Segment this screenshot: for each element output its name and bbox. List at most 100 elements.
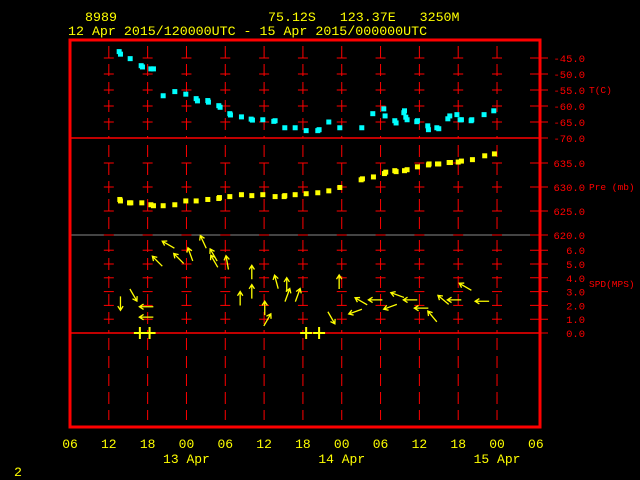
temperature-point (217, 104, 223, 110)
wind-arrow (413, 304, 429, 312)
pressure-point (436, 161, 442, 167)
pressure-point (128, 200, 134, 206)
temperature-point (326, 119, 332, 125)
wind-arrow (347, 308, 363, 316)
y-tick-label: -55.0 (553, 86, 585, 98)
wind-arrow (458, 282, 472, 291)
pressure-point (139, 200, 145, 206)
y-tick-label: 1.0 (566, 315, 585, 327)
pressure-point (227, 194, 233, 200)
temperature-point (303, 128, 309, 134)
pressure-point (205, 196, 211, 202)
pressure-point (292, 192, 298, 198)
temperature-point (481, 112, 487, 118)
pressure-point (193, 198, 199, 204)
x-tick-label: 06 (528, 437, 544, 452)
pressure-point (172, 202, 178, 208)
y-tick-label: 620.0 (553, 231, 585, 243)
temperature-point (401, 108, 407, 114)
temperature-point (127, 56, 133, 62)
wind-arrow (186, 246, 194, 262)
temperature-point (194, 98, 200, 104)
x-tick-label: 00 (489, 437, 505, 452)
wind-arrow (117, 296, 124, 312)
y-tick-label: -60.0 (553, 102, 585, 114)
pressure-point (359, 176, 365, 182)
pressure-point (326, 188, 332, 194)
temperature-point (292, 125, 298, 131)
wind-arrow (151, 255, 163, 267)
pressure-point (303, 191, 309, 197)
temperature-point (160, 93, 166, 99)
temperature-point (316, 127, 322, 133)
meteogram: -45.0 -50.0 -55.0 -60.0 -65.0 -70.0 T(C) 635.0 6… (62, 38, 635, 467)
pressure-point (426, 161, 432, 167)
wind-arrow (161, 240, 175, 249)
x-tick-label: 00 (334, 437, 350, 452)
calm-wind-marker (143, 327, 156, 339)
temperature-point (454, 112, 460, 118)
wind-arrow (402, 296, 418, 304)
wind-arrow (172, 252, 185, 264)
x-tick-label: 12 (412, 437, 428, 452)
temperature-point (382, 113, 388, 119)
pressure-point (447, 160, 453, 166)
pressure-point (216, 195, 222, 201)
y-axis-label: T(C) (589, 85, 612, 96)
y-tick-label: 4.0 (566, 274, 585, 286)
wind-arrow (446, 296, 462, 304)
pressure-point (469, 157, 475, 163)
x-tick-label: 06 (62, 437, 78, 452)
pressure-point (117, 198, 123, 204)
temperature-point (404, 117, 410, 123)
pressure-point (404, 167, 410, 173)
pressure-point (282, 193, 288, 199)
pressure-point (414, 164, 420, 170)
temperature-point (272, 118, 278, 124)
pressure-point (160, 203, 166, 209)
y-tick-label: -45.0 (553, 54, 585, 66)
temperature-point (227, 112, 233, 118)
y-axis-label: SPD(MPS) (589, 279, 635, 290)
date-label: 14 Apr (318, 452, 365, 467)
temperature-point (414, 118, 420, 124)
calm-wind-marker (300, 327, 313, 339)
wind-arrow (263, 312, 272, 327)
wind-arrow (199, 234, 207, 249)
temperature-point (436, 126, 442, 132)
x-tick-label: 06 (217, 437, 233, 452)
temperature-point (370, 111, 376, 117)
pressure-point (249, 193, 255, 199)
y-tick-label: -50.0 (553, 70, 585, 82)
y-tick-label: -70.0 (553, 134, 585, 146)
temperature-point (205, 99, 211, 105)
wind-arrow (248, 264, 256, 280)
y-tick-label: 3.0 (566, 288, 585, 300)
temperature-point (282, 125, 288, 131)
pressure-point (491, 151, 497, 157)
temperature-point (249, 117, 255, 123)
wind-arrow (129, 288, 138, 303)
wind-arrow (473, 298, 490, 305)
x-tick-label: 00 (179, 437, 195, 452)
x-tick-label: 18 (295, 437, 311, 452)
temperature-point (337, 125, 343, 131)
pressure-point (260, 192, 266, 198)
pressure-point (150, 203, 156, 209)
pressure-point (458, 158, 464, 164)
calm-wind-marker (313, 327, 326, 339)
pressure-point (238, 192, 244, 198)
y-axis-label: Pre (mb) (589, 182, 635, 193)
temperature-point (381, 106, 387, 112)
wind-arrow (427, 310, 438, 323)
y-tick-label: 5.0 (566, 260, 585, 272)
x-tick-label: 12 (101, 437, 117, 452)
date-label: 15 Apr (474, 452, 521, 467)
wind-arrow (272, 274, 279, 289)
date-label: 13 Apr (163, 452, 210, 467)
pressure-point (482, 153, 488, 159)
pressure-point (383, 169, 389, 175)
pressure-point (315, 190, 321, 196)
pressure-point (272, 194, 278, 200)
temperature-point (150, 66, 156, 72)
